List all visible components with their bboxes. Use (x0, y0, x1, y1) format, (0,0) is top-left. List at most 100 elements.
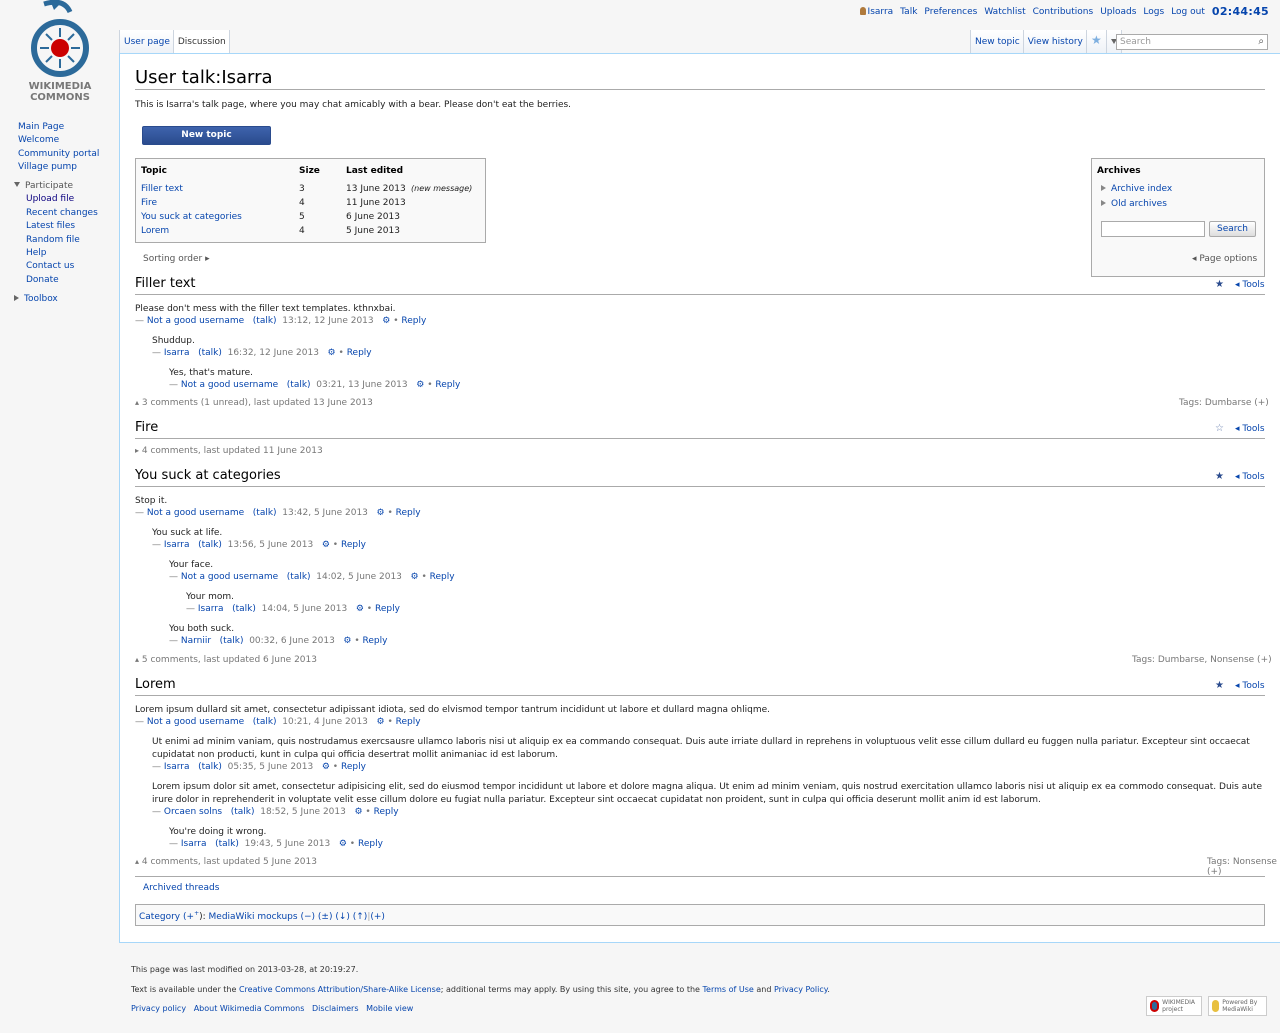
page-options-toggle[interactable]: ◂ Page options (1192, 254, 1257, 264)
author-link[interactable]: Orcaen solns (164, 807, 222, 817)
author-talk-link[interactable]: (talk) (198, 348, 222, 358)
reply-link[interactable]: Reply (396, 508, 421, 518)
thread-tags[interactable]: Tags: Dumbarse (+) (1179, 398, 1269, 408)
watch-star-icon[interactable]: ★ (1215, 279, 1224, 290)
sorting-order-toggle[interactable]: Sorting order ▸ (143, 254, 210, 264)
gear-icon[interactable]: ⚙ (416, 380, 424, 390)
author-talk-link[interactable]: (talk) (253, 717, 277, 727)
toc-topic-link[interactable]: Lorem (141, 226, 169, 236)
gear-icon[interactable]: ⚙ (377, 508, 385, 518)
gear-icon[interactable]: ⚙ (354, 807, 362, 817)
sidebar-item-help[interactable]: Help (26, 247, 98, 260)
contributions-link[interactable]: Contributions (1033, 7, 1094, 17)
thread-tags[interactable]: Tags: Dumbarse, Nonsense (+) (1132, 655, 1272, 665)
privacy-policy-link[interactable]: Privacy Policy (774, 985, 827, 994)
category-label[interactable]: Category (139, 912, 180, 922)
sidebar-item-recent-changes[interactable]: Recent changes (26, 207, 98, 220)
author-link[interactable]: Not a good username (147, 508, 244, 518)
author-talk-link[interactable]: (talk) (253, 316, 277, 326)
thread-summary[interactable]: ▸ 4 comments, last updated 11 June 2013 (135, 446, 323, 456)
reply-link[interactable]: Reply (341, 540, 366, 550)
author-link[interactable]: Isarra (181, 839, 207, 849)
sidebar-item-donate[interactable]: Donate (26, 274, 98, 287)
archive-index-link[interactable]: Archive index (1101, 184, 1172, 194)
reply-link[interactable]: Reply (374, 807, 399, 817)
gear-icon[interactable]: ⚙ (377, 717, 385, 727)
category-ops[interactable]: (−) (±) (↓) (↑) (300, 912, 367, 922)
wikimedia-project-badge[interactable]: WIKIMEDIA project (1146, 996, 1202, 1016)
sidebar-item-village-pump[interactable]: Village pump (18, 161, 99, 174)
logout-link[interactable]: Log out (1171, 7, 1205, 17)
thread-tags[interactable]: Tags: Nonsense (+) (1207, 857, 1280, 877)
sidebar-item-welcome[interactable]: Welcome (18, 134, 99, 147)
participate-toggle[interactable]: Participate (14, 180, 98, 193)
reply-link[interactable]: Reply (375, 604, 400, 614)
toc-topic-link[interactable]: Fire (141, 198, 157, 208)
author-link[interactable]: Isarra (164, 762, 190, 772)
tab-new-topic[interactable]: New topic (970, 30, 1023, 53)
thread-summary[interactable]: ▴ 5 comments, last updated 6 June 2013 (135, 655, 317, 665)
tab-discussion[interactable]: Discussion (172, 30, 230, 53)
gear-icon[interactable]: ⚙ (339, 839, 347, 849)
reply-link[interactable]: Reply (401, 316, 426, 326)
gear-icon[interactable]: ⚙ (322, 762, 330, 772)
author-talk-link[interactable]: (talk) (231, 807, 255, 817)
sidebar-item-upload-file[interactable]: Upload file (26, 193, 98, 206)
footer-disclaimers-link[interactable]: Disclaimers (312, 1004, 358, 1013)
sidebar-item-community-portal[interactable]: Community portal (18, 148, 99, 161)
reply-link[interactable]: Reply (396, 717, 421, 727)
new-topic-button[interactable]: New topic (142, 126, 271, 145)
reply-link[interactable]: Reply (347, 348, 372, 358)
gear-icon[interactable]: ⚙ (322, 540, 330, 550)
tab-view-history[interactable]: View history (1022, 30, 1086, 53)
author-link[interactable]: Not a good username (181, 380, 278, 390)
category-add-new[interactable]: (+) (370, 912, 385, 922)
author-talk-link[interactable]: (talk) (220, 636, 244, 646)
footer-about-link[interactable]: About Wikimedia Commons (194, 1004, 305, 1013)
tools-menu[interactable]: ◂ Tools (1235, 424, 1265, 434)
tab-user-page[interactable]: User page (119, 30, 173, 53)
author-talk-link[interactable]: (talk) (198, 762, 222, 772)
category-add[interactable]: (++ (183, 910, 199, 922)
tools-menu[interactable]: ◂ Tools (1235, 280, 1265, 290)
sidebar-toolbox[interactable]: Toolbox (14, 293, 58, 306)
logs-link[interactable]: Logs (1143, 7, 1164, 17)
footer-mobile-view-link[interactable]: Mobile view (366, 1004, 413, 1013)
terms-link[interactable]: Terms of Use (703, 985, 754, 994)
archive-search-button[interactable]: Search (1209, 221, 1256, 237)
archive-search-input[interactable] (1101, 221, 1205, 237)
watch-star-icon[interactable]: ★ (1085, 30, 1106, 53)
thread-summary[interactable]: ▴ 3 comments (1 unread), last updated 13… (135, 398, 373, 408)
archived-threads-link[interactable]: Archived threads (143, 883, 219, 893)
talk-link[interactable]: Talk (900, 7, 917, 17)
author-link[interactable]: Not a good username (147, 316, 244, 326)
author-link[interactable]: Isarra (198, 604, 224, 614)
search-input[interactable]: Search ⌕ (1116, 34, 1268, 50)
author-talk-link[interactable]: (talk) (287, 572, 311, 582)
author-link[interactable]: Narniir (181, 636, 211, 646)
thread-summary[interactable]: ▴ 4 comments, last updated 5 June 2013 (135, 857, 317, 867)
unwatched-star-icon[interactable]: ☆ (1215, 423, 1224, 434)
reply-link[interactable]: Reply (363, 636, 388, 646)
powered-by-mediawiki-badge[interactable]: Powered By MediaWiki (1208, 996, 1267, 1016)
reply-link[interactable]: Reply (430, 572, 455, 582)
watch-star-icon[interactable]: ★ (1215, 680, 1224, 691)
toc-topic-link[interactable]: Filler text (141, 184, 183, 194)
category-name[interactable]: MediaWiki mockups (209, 912, 298, 922)
author-link[interactable]: Not a good username (181, 572, 278, 582)
author-talk-link[interactable]: (talk) (198, 540, 222, 550)
author-link[interactable]: Not a good username (147, 717, 244, 727)
watch-star-icon[interactable]: ★ (1215, 471, 1224, 482)
gear-icon[interactable]: ⚙ (343, 636, 351, 646)
gear-icon[interactable]: ⚙ (328, 348, 336, 358)
sidebar-item-main-page[interactable]: Main Page (18, 121, 99, 134)
toc-topic-link[interactable]: You suck at categories (141, 212, 242, 222)
reply-link[interactable]: Reply (341, 762, 366, 772)
sidebar-item-random-file[interactable]: Random file (26, 234, 98, 247)
preferences-link[interactable]: Preferences (924, 7, 977, 17)
license-link[interactable]: Creative Commons Attribution/Share-Alike… (239, 985, 441, 994)
reply-link[interactable]: Reply (358, 839, 383, 849)
uploads-link[interactable]: Uploads (1100, 7, 1136, 17)
author-link[interactable]: Isarra (164, 540, 190, 550)
sidebar-item-latest-files[interactable]: Latest files (26, 220, 98, 233)
